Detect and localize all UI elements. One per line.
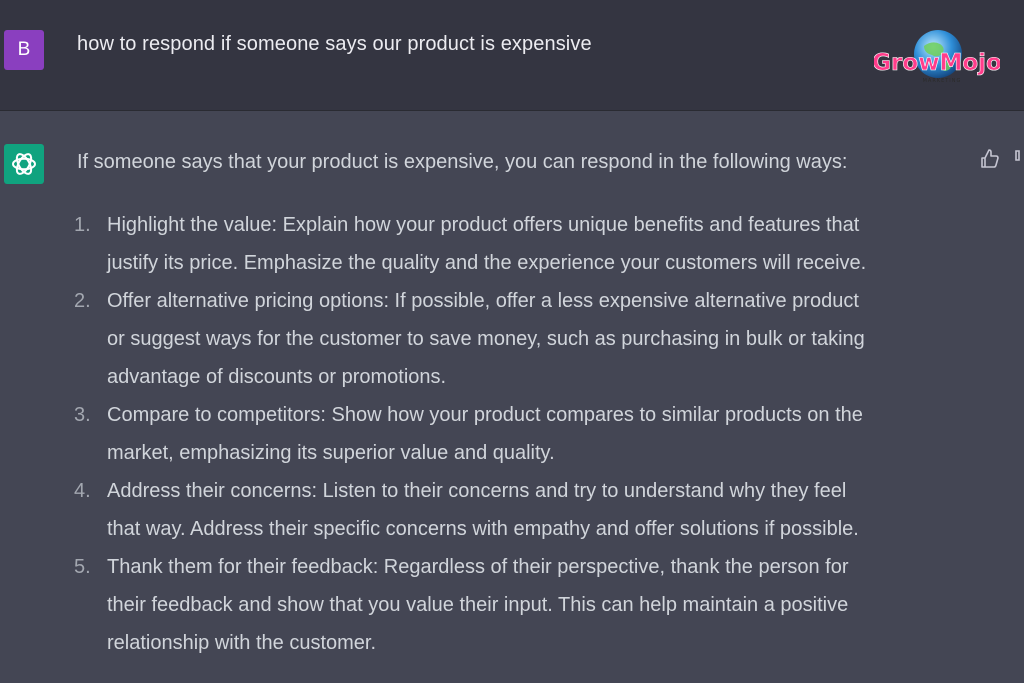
list-item-number: 4. <box>74 480 91 502</box>
openai-logo-icon <box>4 144 44 184</box>
list-item-number: 3. <box>74 404 91 426</box>
list-item: 3. Compare to competitors: Show how your… <box>0 396 1024 472</box>
list-item-line: relationship with the customer. <box>107 632 377 654</box>
logo-wordmark: GrowMojo <box>874 50 1000 76</box>
list-item-line: market, emphasizing its superior value a… <box>107 442 555 464</box>
growmojo-logo: GrowMojo MARKETING <box>874 30 1000 84</box>
logo-tagline: MARKETING <box>923 78 962 84</box>
list-item-line: justify its price. Emphasize the quality… <box>107 252 867 274</box>
list-item-line: Compare to competitors: Show how your pr… <box>107 404 863 426</box>
list-item-number: 5. <box>74 556 91 578</box>
list-item-line: advantage of discounts or promotions. <box>107 366 447 388</box>
assistant-message-row: If someone says that your product is exp… <box>0 111 1024 683</box>
list-item-line: or suggest ways for the customer to save… <box>107 328 865 350</box>
list-item-line: their feedback and show that you value t… <box>107 594 849 616</box>
list-item: 2. Offer alternative pricing options: If… <box>0 282 1024 396</box>
thumbs-down-icon[interactable] <box>1014 147 1024 171</box>
user-avatar: B <box>4 30 44 70</box>
list-item-number: 1. <box>74 214 91 236</box>
thumbs-up-icon[interactable] <box>978 147 1002 171</box>
list-item-line: Address their concerns: Listen to their … <box>107 480 847 502</box>
list-item-line: Thank them for their feedback: Regardles… <box>107 556 849 578</box>
list-item-line: Highlight the value: Explain how your pr… <box>107 214 860 236</box>
response-list: 1. Highlight the value: Explain how your… <box>0 206 1024 662</box>
assistant-intro: If someone says that your product is exp… <box>77 151 848 173</box>
user-message-text: how to respond if someone says our produ… <box>77 33 592 55</box>
list-item: 5. Thank them for their feedback: Regard… <box>0 548 1024 662</box>
user-message-row: B how to respond if someone says our pro… <box>0 0 1024 111</box>
list-item: 1. Highlight the value: Explain how your… <box>0 206 1024 282</box>
list-item: 4. Address their concerns: Listen to the… <box>0 472 1024 548</box>
list-item-line: Offer alternative pricing options: If po… <box>107 290 859 312</box>
list-item-number: 2. <box>74 290 91 312</box>
chat-page: B how to respond if someone says our pro… <box>0 0 1024 683</box>
list-item-line: that way. Address their specific concern… <box>107 518 859 540</box>
